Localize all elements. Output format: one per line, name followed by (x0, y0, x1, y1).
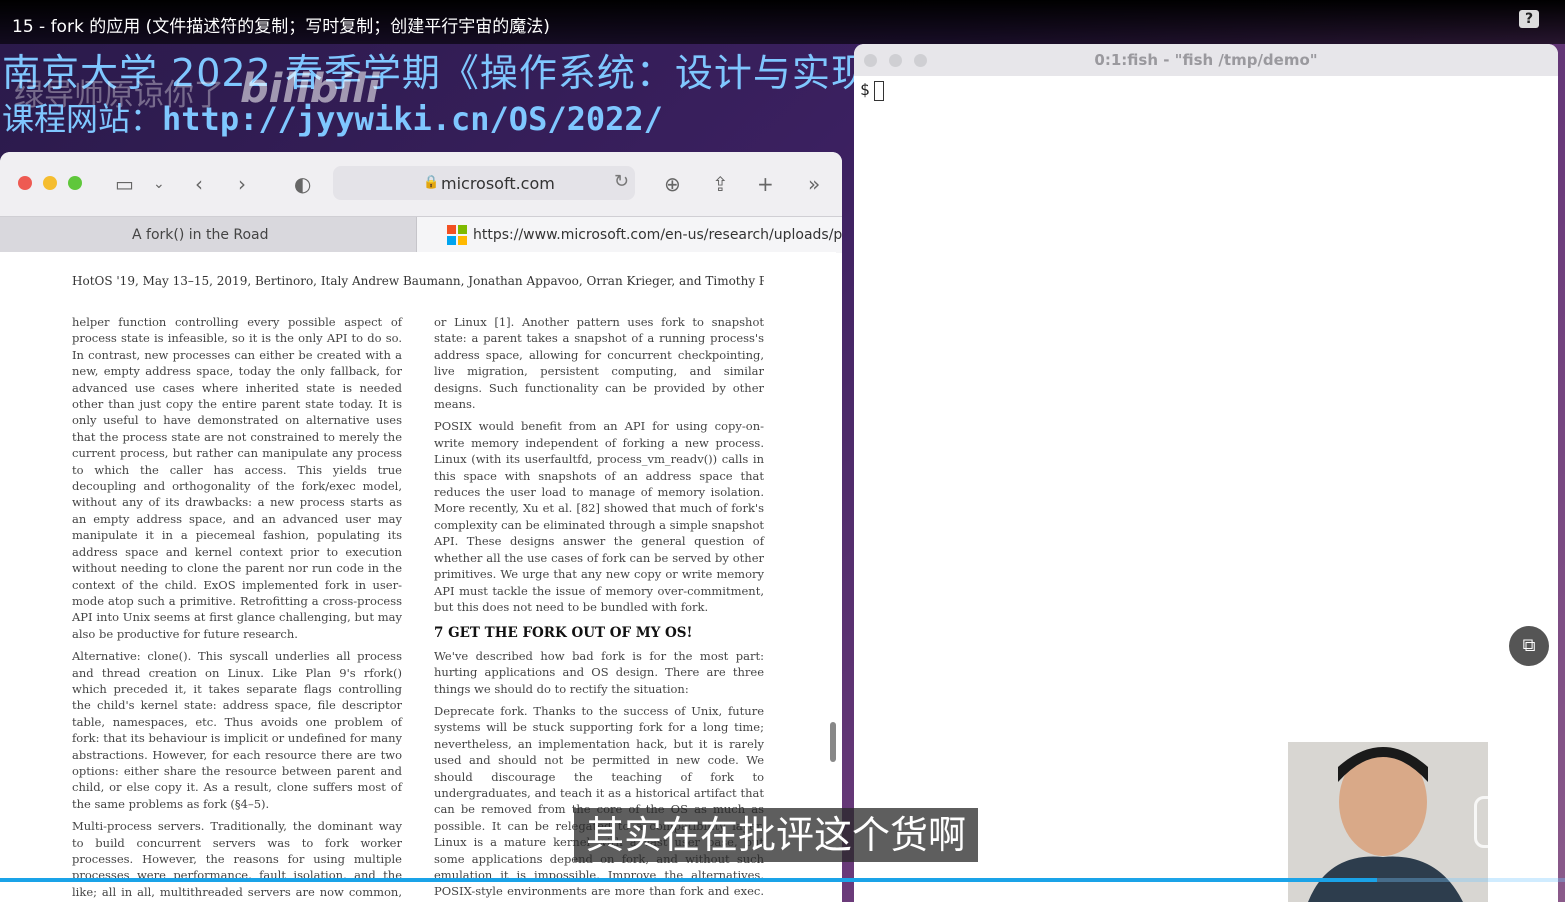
paper-running-header: HotOS '19, May 13–15, 2019, Bertinoro, I… (72, 274, 764, 288)
tab-label: https://www.microsoft.com/en-us/research… (473, 227, 842, 243)
address-bar[interactable]: 🔒 microsoft.com ↻ (333, 166, 635, 200)
course-url-label: 课程网站： (2, 100, 163, 138)
progress-bar-fill (0, 878, 1378, 882)
shield-icon[interactable]: ◐ (294, 172, 311, 196)
close-window-button[interactable] (18, 176, 32, 190)
paragraph: Deprecate fork. Thanks to the success of… (434, 703, 764, 902)
tab-label: A fork() in the Road (132, 227, 269, 243)
section-heading: 7 GET THE FORK OUT OF MY OS! (434, 625, 693, 642)
course-website: 课程网站：http://jyywiki.cn/OS/2022/ (2, 94, 663, 140)
microsoft-logo-icon (447, 225, 467, 245)
share-icon[interactable]: ⇪ (712, 172, 729, 196)
download-icon[interactable]: ⊕ (664, 172, 681, 196)
forward-icon[interactable]: › (238, 172, 246, 196)
new-tab-icon[interactable]: + (757, 172, 774, 196)
chevron-down-icon[interactable]: ⌄ (153, 176, 165, 192)
paragraph: Alternative: clone(). This syscall under… (72, 649, 402, 811)
lock-icon: 🔒 (423, 175, 440, 190)
browser-toolbar: ▭ ⌄ ‹ › ◐ 🔒 microsoft.com ↻ ⊕ ⇪ + » (0, 152, 842, 216)
address-bar-url[interactable]: microsoft.com (441, 174, 555, 193)
minimize-window-button[interactable] (43, 176, 57, 190)
paragraph: We've described how bad fork is for the … (434, 648, 764, 696)
tab-microsoft-paper[interactable]: https://www.microsoft.com/en-us/research… (417, 217, 842, 253)
paper-left-column: helper function controlling every possib… (72, 314, 402, 902)
tab-bar: A fork() in the Road https://www.microso… (0, 216, 842, 253)
help-icon[interactable]: ? (1519, 10, 1539, 28)
scrollbar-thumb[interactable] (830, 722, 836, 762)
paragraph: POSIX would benefit from an API for usin… (434, 419, 764, 614)
paragraph: Multi-process servers. Traditionally, th… (72, 819, 402, 902)
prompt-symbol: $ (860, 80, 870, 99)
video-top-bar: 15 - fork 的应用 (文件描述符的复制；写时复制；创建平行宇宙的魔法) … (0, 0, 1565, 44)
video-subtitle: 其实在在批评这个货啊 (574, 808, 979, 862)
picture-in-picture-icon[interactable]: ⧉ (1509, 626, 1549, 666)
shell-prompt[interactable]: $ (860, 80, 884, 101)
text-cursor (873, 80, 884, 101)
terminal-title-bar: 0:1:fish - "fish /tmp/demo" (854, 44, 1558, 76)
sidebar-icon[interactable]: ▭ (115, 172, 134, 196)
more-tabs-icon[interactable]: » (808, 172, 820, 196)
pdf-page: HotOS '19, May 13–15, 2019, Bertinoro, I… (0, 252, 836, 902)
browser-window: ▭ ⌄ ‹ › ◐ 🔒 microsoft.com ↻ ⊕ ⇪ + » A fo… (0, 152, 842, 902)
terminal-title: 0:1:fish - "fish /tmp/demo" (1094, 51, 1318, 69)
zoom-window-button[interactable] (68, 176, 82, 190)
reload-icon[interactable]: ↻ (614, 171, 629, 192)
paragraph: or Linux [1]. Another pattern uses fork … (434, 315, 764, 412)
back-icon[interactable]: ‹ (195, 172, 203, 196)
tab-fork-in-the-road[interactable]: A fork() in the Road (0, 217, 417, 253)
paragraph: helper function controlling every possib… (72, 315, 402, 641)
video-title: 15 - fork 的应用 (文件描述符的复制；写时复制；创建平行宇宙的魔法) (12, 17, 550, 37)
play-icon[interactable]: ▶ (1474, 796, 1534, 848)
course-url[interactable]: http://jyywiki.cn/OS/2022/ (162, 100, 663, 138)
